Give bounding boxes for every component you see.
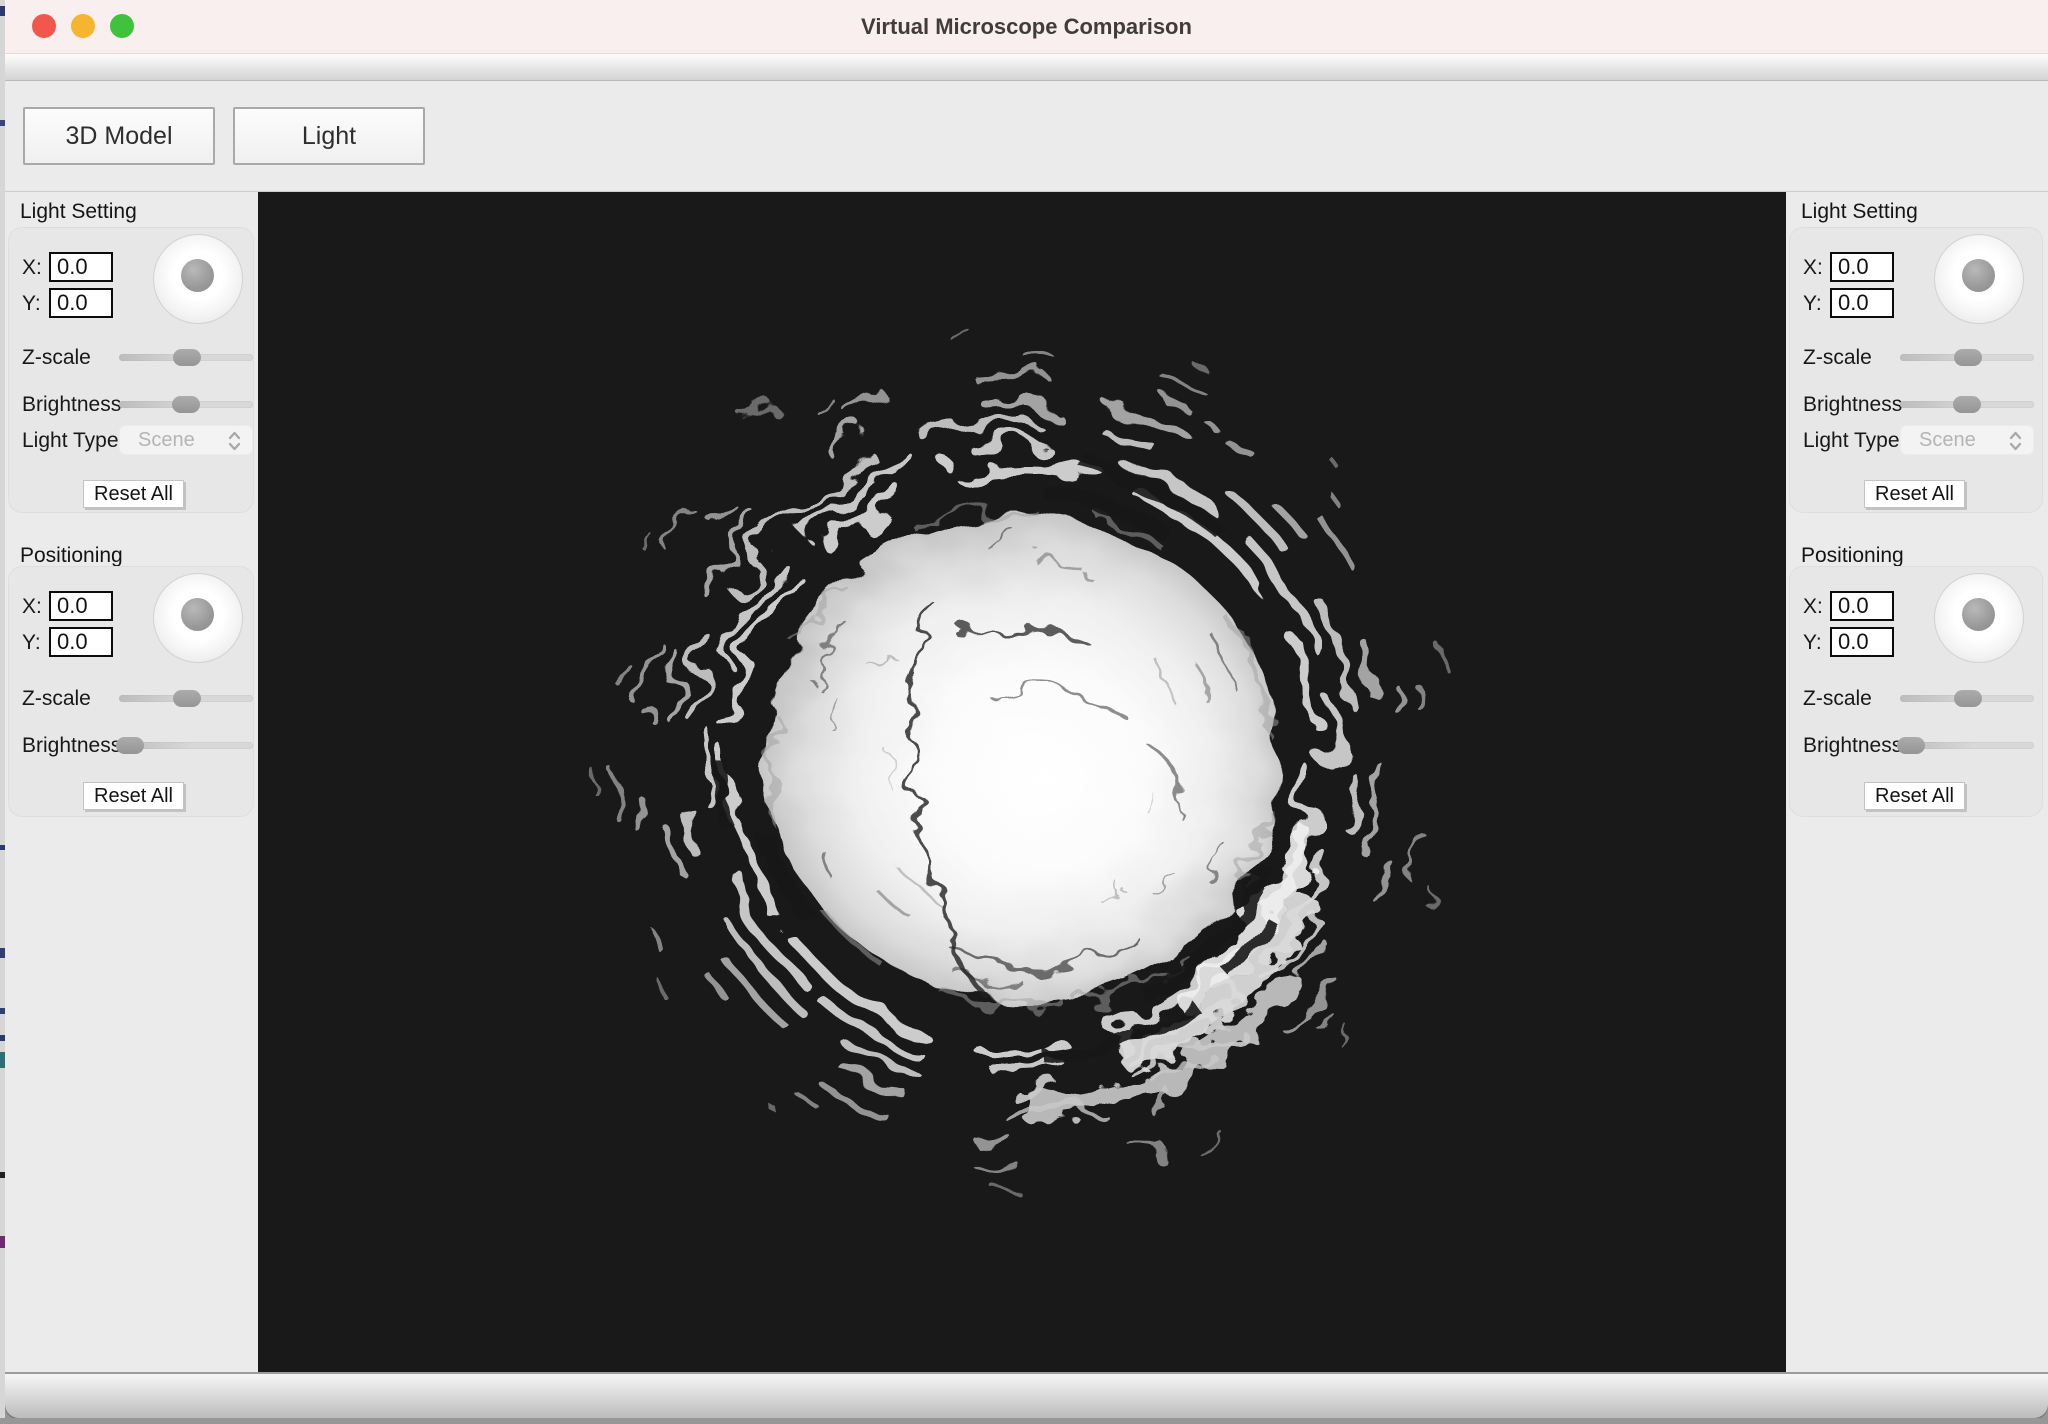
light-y-input[interactable]: [49, 288, 113, 318]
light-type-value: Scene: [1919, 429, 1976, 452]
light-x-input[interactable]: [1830, 252, 1894, 282]
titlebar[interactable]: Virtual Microscope Comparison: [5, 0, 2048, 54]
app-window: Virtual Microscope Comparison 3D Model L…: [0, 0, 2048, 1424]
positioning-title: Positioning: [20, 544, 123, 568]
position-y-input[interactable]: [1830, 627, 1894, 657]
light-setting-group: X: Y: Z-scale Brightness Light Type: [8, 227, 254, 513]
light-setting-group: X: Y: Z-scale Brightness Light Type: [1789, 227, 2043, 513]
positioning-group: X: Y: Z-scale Brightness Reset All: [1789, 566, 2043, 817]
reset-all-button[interactable]: Reset All: [83, 480, 184, 508]
z-scale-label: Z-scale: [22, 346, 91, 370]
brightness-label: Brightness: [22, 393, 121, 417]
y-label: Y:: [1803, 631, 1822, 655]
joystick-knob[interactable]: [181, 598, 214, 631]
joystick-knob[interactable]: [1962, 598, 1995, 631]
joystick-knob[interactable]: [181, 259, 214, 292]
light-type-value: Scene: [138, 429, 195, 452]
right-control-sidebar: Light Setting X: Y: Z-scale Brightness: [1786, 192, 2048, 1372]
light-type-select[interactable]: Scene: [119, 425, 253, 455]
joystick-knob[interactable]: [1962, 259, 1995, 292]
position-x-input[interactable]: [1830, 591, 1894, 621]
light-type-select[interactable]: Scene: [1900, 425, 2034, 455]
slider-thumb[interactable]: [173, 349, 201, 366]
specimen-render: [258, 192, 1786, 1372]
light-setting-title: Light Setting: [1801, 200, 1918, 224]
light-x-input[interactable]: [49, 252, 113, 282]
positioning-joystick[interactable]: [153, 573, 243, 663]
z-scale-slider[interactable]: [119, 690, 253, 707]
chevron-updown-icon: [2007, 430, 2024, 452]
light-y-input[interactable]: [1830, 288, 1894, 318]
light-type-label: Light Type: [1803, 429, 1900, 453]
slider-thumb[interactable]: [173, 690, 201, 707]
brightness-slider[interactable]: [119, 396, 253, 413]
z-scale-label: Z-scale: [1803, 687, 1872, 711]
brightness-slider[interactable]: [1900, 396, 2034, 413]
tab-light[interactable]: Light: [233, 107, 425, 165]
slider-thumb[interactable]: [1954, 690, 1982, 707]
position-y-input[interactable]: [49, 627, 113, 657]
brightness-label: Brightness: [22, 734, 121, 758]
x-label: X:: [22, 256, 42, 280]
x-label: X:: [22, 595, 42, 619]
slider-thumb[interactable]: [172, 396, 200, 413]
light-type-label: Light Type: [22, 429, 119, 453]
z-scale-label: Z-scale: [22, 687, 91, 711]
light-direction-joystick[interactable]: [153, 234, 243, 324]
positioning-title: Positioning: [1801, 544, 1904, 568]
z-scale-slider[interactable]: [1900, 349, 2034, 366]
z-scale-slider[interactable]: [1900, 690, 2034, 707]
toolbar-strip: [5, 54, 2048, 81]
tab-3d-model[interactable]: 3D Model: [23, 107, 215, 165]
slider-thumb[interactable]: [1897, 737, 1925, 754]
slider-thumb[interactable]: [1953, 396, 1981, 413]
positioning-joystick[interactable]: [1934, 573, 2024, 663]
brightness-label: Brightness: [1803, 734, 1902, 758]
brightness-slider[interactable]: [119, 737, 253, 754]
z-scale-slider[interactable]: [119, 349, 253, 366]
light-setting-title: Light Setting: [20, 200, 137, 224]
left-control-sidebar: Light Setting X: Y: Z-scale Brightness: [5, 192, 258, 1372]
y-label: Y:: [22, 631, 41, 655]
main-content: 3D Model Light Light Setting X: Y: Z-sca…: [5, 81, 2048, 1372]
light-direction-joystick[interactable]: [1934, 234, 2024, 324]
y-label: Y:: [22, 292, 41, 316]
x-label: X:: [1803, 595, 1823, 619]
reset-all-button[interactable]: Reset All: [1864, 480, 1965, 508]
brightness-slider[interactable]: [1900, 737, 2034, 754]
chevron-updown-icon: [226, 430, 243, 452]
reset-all-button[interactable]: Reset All: [1864, 782, 1965, 810]
slider-thumb[interactable]: [116, 737, 144, 754]
window-bottom-bar: [5, 1372, 2048, 1418]
3d-viewport[interactable]: [258, 192, 1786, 1372]
window-title: Virtual Microscope Comparison: [5, 0, 2048, 53]
positioning-group: X: Y: Z-scale Brightness Reset All: [8, 566, 254, 817]
y-label: Y:: [1803, 292, 1822, 316]
z-scale-label: Z-scale: [1803, 346, 1872, 370]
brightness-label: Brightness: [1803, 393, 1902, 417]
position-x-input[interactable]: [49, 591, 113, 621]
slider-thumb[interactable]: [1954, 349, 1982, 366]
desktop-edge-strip: [0, 1418, 2048, 1424]
x-label: X:: [1803, 256, 1823, 280]
reset-all-button[interactable]: Reset All: [83, 782, 184, 810]
